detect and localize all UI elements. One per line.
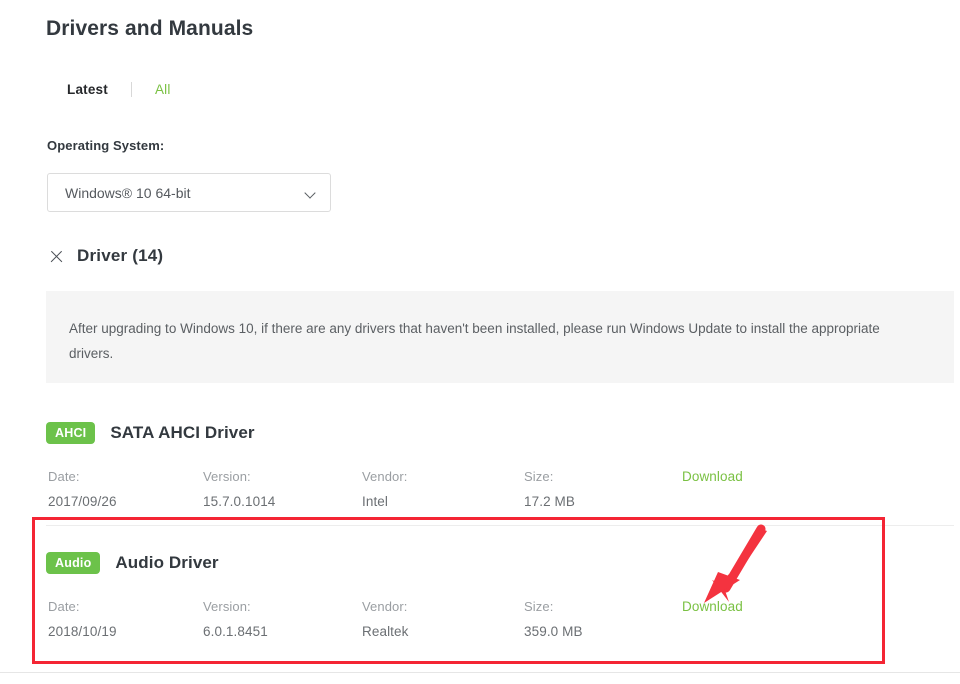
driver-size-column: Size: 17.2 MB bbox=[524, 469, 575, 509]
driver-date-column: Date: 2017/09/26 bbox=[48, 469, 117, 509]
version-label: Version: bbox=[203, 469, 251, 484]
version-value: 15.7.0.1014 bbox=[203, 494, 276, 509]
tab-all[interactable]: All bbox=[155, 82, 171, 97]
driver-meta-row: Date: 2018/10/19 Version: 6.0.1.8451 Ven… bbox=[46, 599, 954, 643]
row-divider bbox=[46, 525, 954, 526]
driver-meta-row: Date: 2017/09/26 Version: 15.7.0.1014 Ve… bbox=[46, 469, 954, 513]
download-link[interactable]: Download bbox=[682, 599, 743, 614]
driver-name: Audio Driver bbox=[115, 553, 219, 572]
date-value: 2017/09/26 bbox=[48, 494, 117, 509]
version-label: Version: bbox=[203, 599, 251, 614]
driver-date-column: Date: 2018/10/19 bbox=[48, 599, 117, 639]
size-label: Size: bbox=[524, 599, 554, 614]
driver-download-column: Download bbox=[682, 469, 743, 484]
size-value: 359.0 MB bbox=[524, 624, 583, 639]
date-label: Date: bbox=[48, 469, 80, 484]
vendor-label: Vendor: bbox=[362, 469, 408, 484]
vendor-value: Intel bbox=[362, 494, 389, 509]
driver-download-column: Download bbox=[682, 599, 743, 614]
driver-vendor-column: Vendor: Intel bbox=[362, 469, 408, 509]
size-label: Size: bbox=[524, 469, 554, 484]
date-value: 2018/10/19 bbox=[48, 624, 117, 639]
driver-section-title: Driver (14) bbox=[77, 246, 164, 265]
size-value: 17.2 MB bbox=[524, 494, 575, 509]
driver-badge: AHCI bbox=[46, 421, 96, 445]
notice-box: After upgrading to Windows 10, if there … bbox=[46, 291, 954, 383]
driver-header: AHCI SATA AHCI Driver bbox=[46, 420, 954, 446]
notice-text: After upgrading to Windows 10, if there … bbox=[69, 321, 880, 361]
driver-badge: Audio bbox=[46, 551, 101, 575]
chevron-down-icon bbox=[305, 189, 316, 196]
version-value: 6.0.1.8451 bbox=[203, 624, 268, 639]
tab-latest[interactable]: Latest bbox=[67, 82, 108, 97]
operating-system-label: Operating System: bbox=[47, 138, 165, 153]
driver-size-column: Size: 359.0 MB bbox=[524, 599, 583, 639]
driver-name: SATA AHCI Driver bbox=[110, 423, 255, 442]
driver-vendor-column: Vendor: Realtek bbox=[362, 599, 408, 639]
driver-item-audio: Audio Audio Driver Date: 2018/10/19 Vers… bbox=[46, 550, 954, 643]
vendor-label: Vendor: bbox=[362, 599, 408, 614]
driver-version-column: Version: 15.7.0.1014 bbox=[203, 469, 275, 509]
driver-version-column: Version: 6.0.1.8451 bbox=[203, 599, 268, 639]
drivers-and-manuals-page: Drivers and Manuals Latest All Operating… bbox=[0, 0, 960, 684]
date-label: Date: bbox=[48, 599, 80, 614]
bottom-divider bbox=[0, 672, 960, 673]
tab-separator bbox=[130, 82, 132, 97]
driver-item-sata-ahci: AHCI SATA AHCI Driver Date: 2017/09/26 V… bbox=[46, 420, 954, 513]
download-link[interactable]: Download bbox=[682, 469, 743, 484]
operating-system-select[interactable]: Windows® 10 64-bit bbox=[47, 173, 331, 212]
driver-section-header: Driver (14) bbox=[48, 246, 163, 266]
operating-system-selected-value: Windows® 10 64-bit bbox=[65, 184, 191, 201]
tab-bar: Latest All bbox=[67, 82, 171, 97]
close-icon[interactable] bbox=[48, 248, 65, 265]
driver-header: Audio Audio Driver bbox=[46, 550, 954, 576]
page-title: Drivers and Manuals bbox=[46, 17, 254, 40]
vendor-value: Realtek bbox=[362, 624, 409, 639]
